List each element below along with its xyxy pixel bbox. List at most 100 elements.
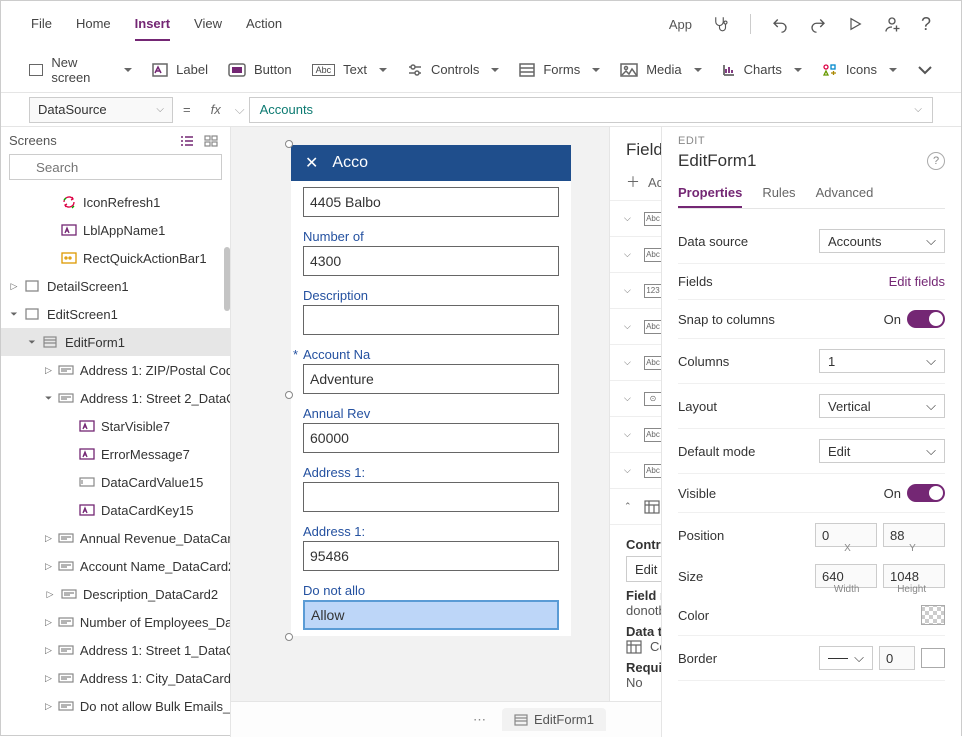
field-row[interactable]: ⌵AbcAddress 1: Street 2 bbox=[610, 416, 661, 452]
formula-input[interactable]: Accounts⌵ bbox=[249, 97, 933, 123]
menu-file[interactable]: File bbox=[31, 8, 52, 41]
tree-item[interactable]: RectQuickActionBar1 bbox=[1, 244, 230, 272]
border-color-swatch[interactable] bbox=[921, 648, 945, 668]
field-row[interactable]: ⌃Do not allow Bulk Emails⋯ bbox=[610, 488, 661, 524]
grid-view-icon[interactable] bbox=[204, 135, 218, 147]
property-selector[interactable]: DataSource⌵ bbox=[29, 97, 173, 123]
tree-item[interactable]: ▷Annual Revenue_DataCard2 bbox=[1, 524, 230, 552]
snap-toggle[interactable] bbox=[907, 310, 945, 328]
data-source-select[interactable]: Accounts⌵ bbox=[819, 229, 945, 253]
tree-item[interactable]: DataCardKey15 bbox=[1, 496, 230, 524]
tree-item[interactable]: ▷Do not allow Bulk Emails_D bbox=[1, 692, 230, 720]
tree-item[interactable]: ⏷EditScreen1 bbox=[1, 300, 230, 328]
form-field-input[interactable]: 4300 bbox=[303, 246, 559, 276]
tree-item[interactable]: ▷Account Name_DataCard2 bbox=[1, 552, 230, 580]
share-icon[interactable] bbox=[883, 15, 901, 33]
breadcrumb-item[interactable]: EditForm1 bbox=[502, 708, 606, 731]
fields-title: Fields bbox=[626, 140, 661, 160]
columns-select[interactable]: 1⌵ bbox=[819, 349, 945, 373]
field-row[interactable]: ⌵AbcAddress 1: Street 1 bbox=[610, 236, 661, 272]
field-name-value: donotbulkemail bbox=[626, 603, 661, 618]
tree-item[interactable]: ⏷EditForm1 bbox=[1, 328, 230, 356]
tree-item[interactable]: LblAppName1 bbox=[1, 216, 230, 244]
field-name-label: Field name bbox=[626, 588, 661, 603]
tree-item[interactable]: ▷Address 1: City_DataCard2 bbox=[1, 664, 230, 692]
form-preview[interactable]: ✕ Acco 4405 BalboNumber of4300Descriptio… bbox=[291, 145, 571, 636]
forms-button[interactable]: Forms bbox=[519, 62, 600, 77]
tab-properties[interactable]: Properties bbox=[678, 179, 742, 208]
selection-handle[interactable] bbox=[285, 140, 293, 148]
tree-item[interactable]: StarVisible7 bbox=[1, 412, 230, 440]
tree-item[interactable]: ⏷Address 1: Street 2_DataCar bbox=[1, 384, 230, 412]
text-button[interactable]: AbcText bbox=[312, 62, 387, 77]
play-icon[interactable] bbox=[847, 16, 863, 32]
tree-item[interactable]: IconRefresh1 bbox=[1, 188, 230, 216]
form-field-input[interactable]: Allow bbox=[303, 600, 559, 630]
data-source-label: Data source bbox=[678, 234, 748, 249]
close-icon[interactable]: ✕ bbox=[305, 153, 318, 173]
form-field-input[interactable]: 60000 bbox=[303, 423, 559, 453]
scrollbar[interactable] bbox=[224, 247, 230, 311]
field-row[interactable]: ⌵AbcAccount Name bbox=[610, 344, 661, 380]
form-field-input[interactable]: Adventure bbox=[303, 364, 559, 394]
media-button[interactable]: Media bbox=[620, 62, 701, 77]
tab-rules[interactable]: Rules bbox=[762, 179, 795, 208]
color-swatch[interactable] bbox=[921, 605, 945, 625]
label-button[interactable]: Label bbox=[152, 62, 208, 77]
button-button[interactable]: Button bbox=[228, 62, 292, 77]
more-icon[interactable]: ⋯ bbox=[473, 712, 488, 728]
field-row[interactable]: ⌵AbcDescription bbox=[610, 308, 661, 344]
tree-item[interactable]: ErrorMessage7 bbox=[1, 440, 230, 468]
menu-action[interactable]: Action bbox=[246, 8, 282, 41]
field-row[interactable]: ⌵AbcAddress 1: City bbox=[610, 200, 661, 236]
chevron-down-icon[interactable] bbox=[917, 65, 933, 75]
control-type-label: Control type bbox=[626, 537, 661, 552]
tree-item[interactable]: ▷Address 1: ZIP/Postal Code_ bbox=[1, 356, 230, 384]
control-type-select[interactable]: Edit option set single-select⌵ bbox=[626, 556, 661, 582]
menu-insert[interactable]: Insert bbox=[135, 8, 170, 41]
search-input[interactable] bbox=[9, 154, 222, 180]
layout-select[interactable]: Vertical⌵ bbox=[819, 394, 945, 418]
menu-home[interactable]: Home bbox=[76, 8, 111, 41]
form-field-input[interactable]: 95486 bbox=[303, 541, 559, 571]
field-row[interactable]: ⌵123Number of Employees bbox=[610, 272, 661, 308]
help-icon[interactable]: ? bbox=[927, 152, 945, 170]
default-mode-select[interactable]: Edit⌵ bbox=[819, 439, 945, 463]
redo-icon[interactable] bbox=[809, 15, 827, 33]
form-field-input[interactable]: 4405 Balbo bbox=[303, 187, 559, 217]
list-view-icon[interactable] bbox=[180, 135, 194, 147]
help-icon[interactable]: ? bbox=[921, 14, 931, 35]
visible-toggle[interactable] bbox=[907, 484, 945, 502]
form-field-input[interactable] bbox=[303, 305, 559, 335]
tree-item[interactable]: DataCardValue15 bbox=[1, 468, 230, 496]
tree-item[interactable]: ▷Address 1: Street 1_DataCar bbox=[1, 636, 230, 664]
menu-view[interactable]: View bbox=[194, 8, 222, 41]
stethoscope-icon[interactable] bbox=[712, 15, 730, 33]
border-width-input[interactable]: 0 bbox=[879, 646, 915, 670]
tab-advanced[interactable]: Advanced bbox=[816, 179, 874, 208]
tree-item[interactable]: ▷DetailScreen1 bbox=[1, 272, 230, 300]
icons-button[interactable]: Icons bbox=[822, 62, 897, 77]
edit-fields-link[interactable]: Edit fields bbox=[889, 274, 945, 289]
field-row[interactable]: ⌵AbcAddress 1: ZIP/Postal Code bbox=[610, 452, 661, 488]
fields-label: Fields bbox=[678, 274, 713, 289]
controls-button[interactable]: Controls bbox=[407, 62, 499, 77]
border-style-select[interactable]: ⌵ bbox=[819, 646, 873, 670]
properties-panel: EDIT EditForm1 ? PropertiesRulesAdvanced… bbox=[661, 127, 961, 737]
breadcrumb-bar: ⋯ EditForm1 bbox=[231, 701, 661, 737]
menubar-right: App ? bbox=[669, 14, 931, 35]
formula-bar: DataSource⌵ = fx ⌵ Accounts⌵ bbox=[1, 93, 961, 127]
add-field-button[interactable]: ＋ Add field bbox=[610, 166, 661, 200]
selection-handle[interactable] bbox=[285, 391, 293, 399]
app-label[interactable]: App bbox=[669, 17, 692, 32]
form-field-input[interactable] bbox=[303, 482, 559, 512]
field-row[interactable]: ⌵⊙Annual Revenue bbox=[610, 380, 661, 416]
new-screen-button[interactable]: New screen bbox=[29, 55, 132, 85]
tree-item[interactable]: ▷Description_DataCard2 bbox=[1, 580, 230, 608]
selection-handle[interactable] bbox=[285, 633, 293, 641]
tree-item[interactable]: ▷Number of Employees_Data bbox=[1, 608, 230, 636]
visible-label: Visible bbox=[678, 486, 716, 501]
fx-icon: fx bbox=[211, 102, 221, 117]
undo-icon[interactable] bbox=[771, 15, 789, 33]
charts-button[interactable]: Charts bbox=[722, 62, 802, 77]
